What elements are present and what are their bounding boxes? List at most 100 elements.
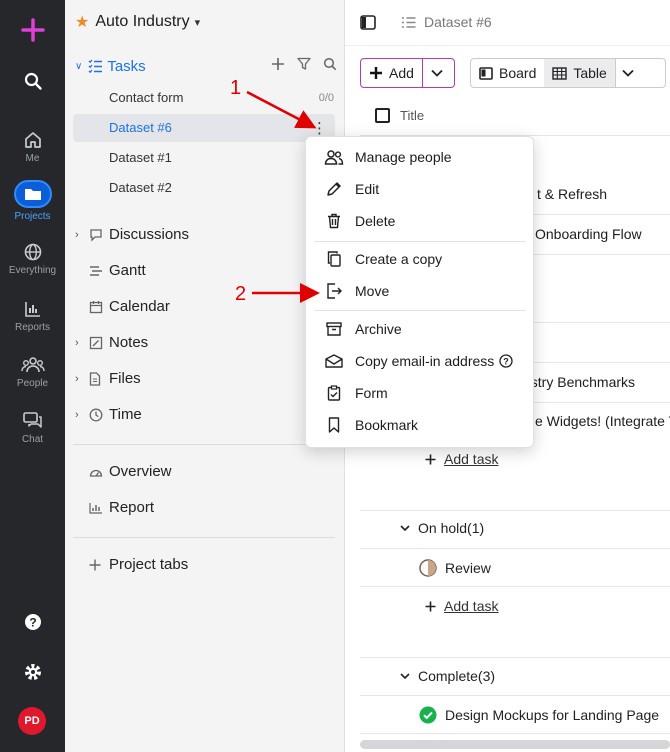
pencil-icon — [324, 181, 344, 197]
task-list-icon — [402, 16, 416, 28]
sidebar-item-gantt[interactable]: Gantt — [75, 262, 146, 279]
view-dropdown-button[interactable] — [614, 59, 640, 87]
app-rail: Me Projects Everything Reports People Ch… — [0, 0, 65, 752]
group-header-on-hold[interactable]: On hold(1) — [400, 520, 484, 536]
divider — [73, 444, 335, 445]
chevron-down-icon — [400, 524, 410, 531]
filter-icon[interactable] — [297, 57, 311, 76]
project-tabs-button[interactable]: Project tabs — [75, 556, 188, 573]
chevron-down-icon — [622, 69, 634, 77]
sidebar-item-contact-form[interactable]: Contact form — [109, 90, 183, 105]
chevron-down-icon: ▾ — [194, 16, 201, 29]
workspace-switcher[interactable]: ★ Auto Industry ▾ — [75, 12, 200, 32]
task-row-design-mockups[interactable]: Design Mockups for Landing Page — [419, 706, 659, 724]
sidebar-item-files[interactable]: › Files — [75, 370, 141, 387]
rail-item-me[interactable]: Me — [0, 130, 65, 164]
search-icon[interactable] — [0, 71, 65, 91]
table-view-button[interactable]: Table — [544, 59, 615, 87]
task-title[interactable]: e Widgets! (Integrate T — [535, 413, 670, 429]
menu-item-form[interactable]: Form — [324, 385, 388, 401]
check-circle-icon[interactable] — [419, 706, 437, 724]
menu-item-archive[interactable]: Archive — [324, 321, 402, 337]
menu-item-bookmark[interactable]: Bookmark — [324, 417, 418, 433]
rail-label-chat: Chat — [21, 434, 44, 445]
sidebar-item-discussions[interactable]: › Discussions — [75, 226, 189, 243]
nav-label: Time — [109, 406, 142, 423]
annotation-label-1: 1 — [230, 77, 242, 99]
rail-label-everything: Everything — [8, 265, 57, 276]
sidebar-item-calendar[interactable]: Calendar — [75, 298, 170, 315]
add-icon[interactable] — [271, 57, 285, 76]
add-task-link[interactable]: Add task — [425, 598, 498, 614]
add-task-label: Add task — [444, 451, 499, 467]
gauge-icon — [89, 466, 105, 478]
board-view-button[interactable]: Board — [471, 59, 544, 87]
help-icon[interactable]: ? — [0, 612, 65, 632]
plus-logo[interactable] — [0, 18, 65, 42]
add-task-link[interactable]: Add task — [425, 451, 498, 467]
bookmark-icon — [324, 417, 344, 433]
nav-label: Gantt — [109, 262, 146, 279]
annotation-label-2: 2 — [235, 283, 247, 305]
task-title[interactable]: ustry Benchmarks — [523, 374, 635, 390]
task-title: Design Mockups for Landing Page — [445, 707, 660, 723]
sidebar-item-overview[interactable]: Overview — [75, 463, 172, 480]
nav-label: Calendar — [109, 298, 170, 315]
sidebar-item-dataset-6[interactable]: Dataset #6 — [109, 120, 172, 135]
help-icon[interactable]: ? — [499, 354, 513, 368]
rail-label-reports: Reports — [14, 322, 50, 333]
add-task-label: Add task — [444, 598, 499, 614]
on-hold-status-icon[interactable] — [419, 559, 437, 577]
nav-label: Overview — [109, 463, 172, 480]
user-avatar[interactable]: PD — [18, 707, 46, 735]
task-title[interactable]: Onboarding Flow — [535, 226, 642, 242]
nav-label: Notes — [109, 334, 149, 351]
view-switcher: Board Table — [470, 58, 666, 88]
add-dropdown-button[interactable] — [423, 59, 451, 87]
trash-icon — [324, 213, 344, 229]
sidebar-item-dataset-1[interactable]: Dataset #1 — [109, 150, 172, 165]
rail-item-projects[interactable]: Projects — [0, 180, 65, 222]
search-icon[interactable] — [323, 57, 337, 76]
rail-item-chat[interactable]: Chat — [0, 411, 65, 445]
task-list-icon — [88, 59, 103, 73]
sidebar-item-report[interactable]: Report — [75, 499, 154, 516]
add-button[interactable]: Add — [361, 59, 422, 87]
bar-chart-icon — [24, 302, 40, 317]
more-options-icon[interactable]: ⋮ — [312, 119, 327, 137]
chevron-down-icon — [431, 69, 443, 77]
rail-item-reports[interactable]: Reports — [0, 299, 65, 333]
group-header-complete[interactable]: Complete(3) — [400, 668, 495, 684]
sidebar-item-dataset-2[interactable]: Dataset #2 — [109, 180, 172, 195]
calendar-icon — [89, 300, 105, 314]
menu-item-copy-email[interactable]: Copy email-in address ? — [324, 353, 513, 369]
sidebar-item-tasks[interactable]: ∨ Tasks — [75, 55, 337, 77]
notes-icon — [89, 336, 105, 350]
svg-text:?: ? — [504, 356, 510, 366]
task-row-review[interactable]: Review — [419, 559, 491, 577]
breadcrumb: Dataset #6 — [401, 14, 492, 30]
copy-icon — [324, 251, 344, 267]
add-button-group: Add — [360, 58, 455, 88]
sidebar-item-notes[interactable]: › Notes — [75, 334, 148, 351]
settings-gear-icon[interactable] — [0, 662, 65, 682]
plus-icon — [370, 67, 382, 79]
task-title[interactable]: t & Refresh — [537, 186, 607, 202]
move-icon — [324, 283, 344, 299]
menu-item-move[interactable]: Move — [324, 283, 389, 299]
sidebar-item-time[interactable]: › Time — [75, 406, 142, 423]
nav-label: Report — [109, 499, 155, 516]
rail-label-projects: Projects — [14, 211, 51, 222]
menu-item-delete[interactable]: Delete — [324, 213, 395, 229]
horizontal-scrollbar[interactable] — [360, 740, 670, 749]
menu-item-create-copy[interactable]: Create a copy — [324, 251, 442, 267]
rail-item-everything[interactable]: Everything — [0, 242, 65, 276]
menu-item-manage-people[interactable]: Manage people — [324, 149, 452, 165]
sidebar-toggle-icon[interactable] — [360, 15, 376, 35]
group-label: On hold(1) — [418, 520, 485, 536]
rail-item-people[interactable]: People — [0, 355, 65, 389]
select-all-checkbox[interactable] — [375, 108, 390, 123]
menu-item-edit[interactable]: Edit — [324, 181, 379, 197]
clock-icon — [89, 408, 105, 422]
clipboard-icon — [324, 385, 344, 401]
